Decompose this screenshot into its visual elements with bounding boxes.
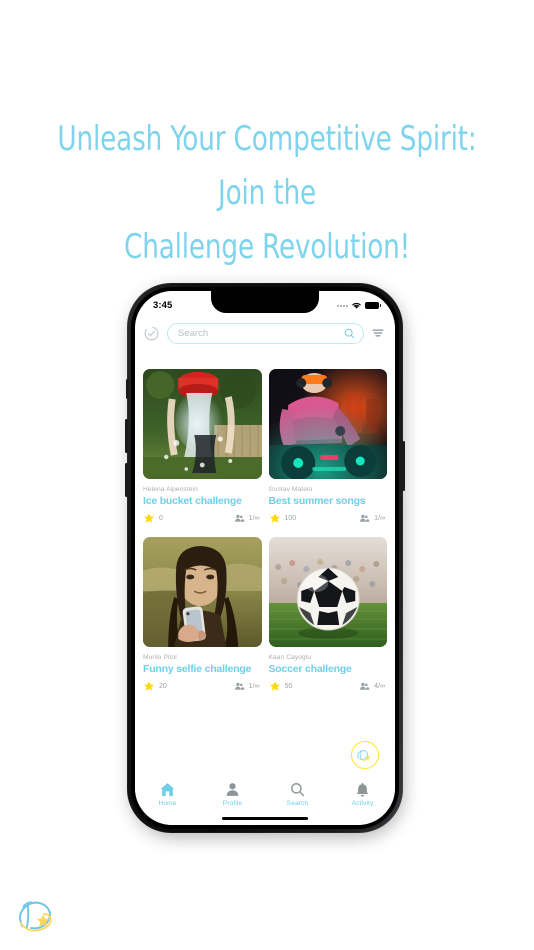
soccer-ball-photo[interactable] <box>268 537 387 647</box>
challenge-card[interactable]: Murilo Pitol Funny selfie challenge 20 1… <box>143 537 262 692</box>
ice-bucket-photo[interactable] <box>143 369 262 479</box>
participants-count: 1/∞ <box>248 514 260 522</box>
challenge-card[interactable]: Helena Alpenstein Ice bucket challenge 0 <box>143 369 262 524</box>
battery-icon <box>365 302 381 309</box>
nav-item-activity[interactable]: Activity <box>330 781 395 807</box>
home-indicator[interactable] <box>222 816 308 820</box>
search-input[interactable] <box>178 327 343 339</box>
people-group-icon <box>360 682 370 690</box>
search-bar[interactable] <box>167 322 364 344</box>
participants-stat: 1/∞ <box>234 681 260 692</box>
app-header <box>135 317 395 349</box>
card-author: Kaan Cayoglu <box>268 654 312 661</box>
home-icon[interactable] <box>159 781 176 798</box>
people-group-icon <box>234 682 245 690</box>
star-stat: 50 <box>269 680 293 692</box>
phone-mockup: 3:45 Search Helena Alpenstein Ice bucket… <box>125 283 407 839</box>
people-group-icon <box>360 514 370 522</box>
nav-label-profile: Profile <box>222 800 243 807</box>
star-count: 20 <box>159 682 167 690</box>
brand-d-logo-icon <box>19 901 52 932</box>
star-stat: 0 <box>143 512 163 524</box>
signal-dots-icon <box>337 304 348 307</box>
card-title[interactable]: Best summer songs <box>269 495 388 508</box>
challenge-feed: Helena Alpenstein Ice bucket challenge 0 <box>135 351 395 692</box>
search-icon[interactable] <box>343 327 356 340</box>
star-icon <box>269 681 280 691</box>
brand-d-logo-icon <box>357 750 371 761</box>
challenge-card[interactable]: Kaan Cayoglu Soccer challenge 50 4/∞ <box>268 537 388 692</box>
phone-screen: 3:45 Search Helena Alpenstein Ice bucket… <box>135 291 395 825</box>
card-author: Murilo Pitol <box>143 654 177 661</box>
bell-icon[interactable] <box>354 781 371 798</box>
participants-stat: 1/∞ <box>234 513 260 524</box>
page-title-line-2: Challenge Revolution! <box>123 227 411 267</box>
nav-item-profile[interactable]: Profile <box>200 781 265 807</box>
page-title: Unleash Your Competitive Spirit: Join th… <box>37 112 496 274</box>
people-group-icon <box>234 514 245 522</box>
volume-up-button[interactable] <box>125 419 128 453</box>
participants-count: 1/∞ <box>248 682 260 690</box>
challenge-card[interactable]: Gustav Matelo Best summer songs 100 1/∞ <box>268 369 388 524</box>
card-author: Gustav Matelo <box>268 486 313 493</box>
participants-stat: 1/∞ <box>359 513 385 524</box>
wifi-icon <box>352 302 361 309</box>
participants-stat: 4/∞ <box>359 681 385 692</box>
phone-notch <box>211 291 319 313</box>
mona-lisa-selfie-photo[interactable] <box>143 537 262 647</box>
volume-down-button[interactable] <box>125 463 128 497</box>
card-stats: 50 4/∞ <box>269 680 388 692</box>
nav-item-search[interactable]: Search <box>265 781 330 807</box>
card-author: Helena Alpenstein <box>143 486 198 493</box>
create-challenge-fab[interactable] <box>351 741 379 769</box>
card-stats: 20 1/∞ <box>143 680 262 692</box>
star-count: 100 <box>284 514 297 522</box>
power-button[interactable] <box>402 441 405 491</box>
dj-photo[interactable] <box>268 369 387 479</box>
silence-switch[interactable] <box>126 379 129 399</box>
star-count: 0 <box>159 514 163 522</box>
star-icon <box>144 681 154 691</box>
star-icon <box>144 513 154 523</box>
nav-label-home: Home <box>158 800 177 807</box>
nav-label-search: Search <box>286 800 309 807</box>
nav-item-home[interactable]: Home <box>135 781 200 807</box>
page-title-line-1: Unleash Your Competitive Spirit: Join th… <box>57 119 477 213</box>
status-bar-indicators <box>337 301 381 310</box>
star-stat: 20 <box>143 680 167 692</box>
phone-body: 3:45 Search Helena Alpenstein Ice bucket… <box>125 283 405 833</box>
participants-count: 4/∞ <box>374 682 385 690</box>
circle-check-logo-icon[interactable] <box>143 325 160 342</box>
star-stat: 100 <box>269 512 297 524</box>
card-stats: 0 1/∞ <box>143 512 262 524</box>
star-icon <box>269 513 280 523</box>
card-title[interactable]: Soccer challenge <box>269 663 388 676</box>
status-bar-time: 3:45 <box>153 300 173 311</box>
page-root: Unleash Your Competitive Spirit: Join th… <box>0 0 534 950</box>
star-count: 50 <box>284 682 293 690</box>
search-icon[interactable] <box>289 781 306 798</box>
participants-count: 1/∞ <box>374 514 385 522</box>
filter-icon[interactable] <box>371 326 385 340</box>
card-title[interactable]: Ice bucket challenge <box>143 495 262 508</box>
card-stats: 100 1/∞ <box>269 512 388 524</box>
nav-label-activity: Activity <box>351 800 374 807</box>
card-title[interactable]: Funny selfie challenge <box>143 663 262 676</box>
person-icon[interactable] <box>224 781 241 798</box>
